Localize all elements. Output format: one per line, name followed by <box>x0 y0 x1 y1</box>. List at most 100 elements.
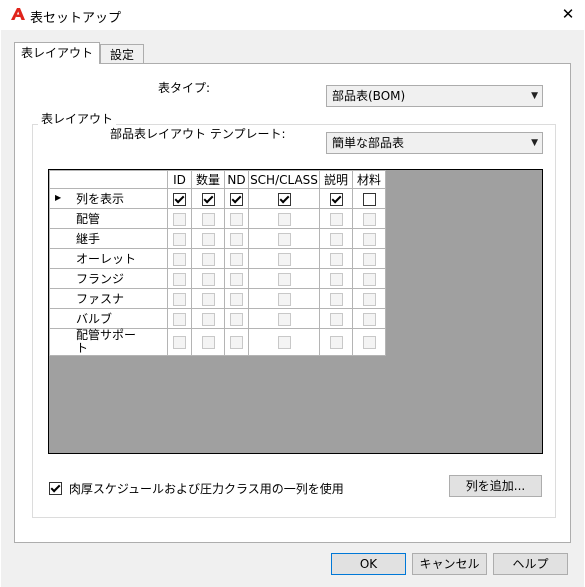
row-header[interactable]: ファスナ <box>49 288 168 309</box>
column-visibility-checkbox <box>329 312 343 326</box>
column-visibility-checkbox <box>173 336 186 349</box>
window-title: 表セットアップ <box>30 11 122 26</box>
column-visibility-checkbox <box>277 336 291 349</box>
column-visibility-checkbox <box>362 336 376 349</box>
grid-row: 継手 <box>49 228 386 249</box>
grid-row: オーレット <box>49 248 386 269</box>
row-label: 列を表示 <box>76 191 125 206</box>
column-visibility-checkbox <box>329 232 343 246</box>
row-header[interactable]: 配管 <box>49 208 168 229</box>
column-visibility-checkbox[interactable] <box>201 192 215 206</box>
column-header: SCH/CLASS <box>248 170 320 189</box>
row-label: バルブ <box>76 311 113 326</box>
row-header[interactable]: オーレット <box>49 248 168 269</box>
column-visibility-checkbox <box>329 252 343 266</box>
table-type-value: 部品表(BOM) <box>332 89 406 103</box>
chevron-down-icon: ▼ <box>531 91 538 101</box>
cancel-button[interactable]: キャンセル <box>412 553 487 575</box>
wall-thickness-checkbox[interactable] <box>49 482 62 495</box>
column-visibility-checkbox <box>329 272 343 286</box>
help-button[interactable]: ヘルプ <box>493 553 568 575</box>
row-header[interactable]: 配管サポート <box>49 328 168 356</box>
column-visibility-checkbox <box>329 292 343 306</box>
row-header[interactable]: フランジ <box>49 268 168 289</box>
column-visibility-checkbox <box>201 312 215 326</box>
grid-cell <box>248 208 320 229</box>
column-visibility-checkbox <box>201 212 215 226</box>
column-header: 数量 <box>191 170 225 189</box>
grid-cell <box>319 228 353 249</box>
wall-thickness-label: 肉厚スケジュールおよび圧力クラス用の一列を使用 <box>68 482 344 496</box>
template-select[interactable]: 簡単な部品表 ▼ <box>326 132 543 154</box>
row-label: ファスナ <box>76 291 125 306</box>
grid-cell <box>191 308 225 329</box>
grid-cell <box>224 288 249 309</box>
grid-cell <box>224 248 249 269</box>
column-visibility-checkbox <box>362 252 376 266</box>
grid-cell <box>191 188 225 209</box>
add-column-button[interactable]: 列を追加... <box>449 475 542 497</box>
grid-row: 配管サポート <box>49 328 386 356</box>
row-header[interactable]: バルブ <box>49 308 168 329</box>
grid-cell <box>248 248 320 269</box>
grid-cell <box>248 228 320 249</box>
grid-cell <box>167 308 192 329</box>
grid-cell <box>319 308 353 329</box>
grid-cell <box>352 288 386 309</box>
column-visibility-checkbox <box>277 272 291 286</box>
tab-table-layout[interactable]: 表レイアウト <box>14 42 100 64</box>
column-grid[interactable]: ID 数量 ND SCH/CLASS 説明 材料 ▶ 列を表示 配管 継手 オーレット フランジ ファ… <box>48 169 543 454</box>
current-row-arrow-icon: ▶ <box>55 193 62 202</box>
template-value: 簡単な部品表 <box>332 136 405 150</box>
column-visibility-checkbox[interactable] <box>277 192 291 206</box>
column-header: ND <box>224 170 249 189</box>
column-visibility-checkbox <box>362 212 376 226</box>
row-label: 配管 <box>76 211 101 226</box>
column-visibility-checkbox <box>230 212 243 226</box>
grid-cell <box>319 268 353 289</box>
column-visibility-checkbox <box>230 272 243 286</box>
column-visibility-checkbox <box>201 272 215 286</box>
grid-cell <box>191 268 225 289</box>
layout-group-title: 表レイアウト <box>38 110 117 127</box>
column-header: 説明 <box>319 170 353 189</box>
column-visibility-checkbox <box>230 312 243 326</box>
close-icon[interactable]: ✕ <box>558 4 578 24</box>
row-label: 継手 <box>76 231 101 246</box>
column-visibility-checkbox <box>173 232 186 246</box>
grid-cell <box>248 308 320 329</box>
column-visibility-checkbox[interactable] <box>329 192 343 206</box>
grid-row: フランジ <box>49 268 386 289</box>
column-visibility-checkbox <box>173 312 186 326</box>
grid-cell <box>167 188 192 209</box>
grid-row: ファスナ <box>49 288 386 309</box>
column-visibility-checkbox <box>173 212 186 226</box>
grid-cell <box>191 208 225 229</box>
column-visibility-checkbox <box>362 272 376 286</box>
column-visibility-checkbox <box>329 212 343 226</box>
ok-button[interactable]: OK <box>331 553 406 575</box>
column-visibility-checkbox <box>230 232 243 246</box>
grid-cell <box>167 248 192 269</box>
column-visibility-checkbox <box>277 232 291 246</box>
row-header[interactable]: 継手 <box>49 228 168 249</box>
column-visibility-checkbox[interactable] <box>230 192 243 206</box>
grid-cell <box>191 248 225 269</box>
column-visibility-checkbox <box>230 336 243 349</box>
column-visibility-checkbox <box>173 292 186 306</box>
grid-cell <box>319 188 353 209</box>
tab-settings[interactable]: 設定 <box>100 44 144 63</box>
grid-cell <box>352 308 386 329</box>
column-visibility-checkbox <box>362 292 376 306</box>
wall-thickness-option[interactable]: 肉厚スケジュールおよび圧力クラス用の一列を使用 <box>49 480 344 497</box>
column-visibility-checkbox[interactable] <box>173 192 186 206</box>
grid-cell <box>248 328 320 356</box>
row-header[interactable]: ▶ 列を表示 <box>49 188 168 209</box>
column-visibility-checkbox <box>173 272 186 286</box>
column-visibility-checkbox[interactable] <box>362 192 376 206</box>
grid-cell <box>167 228 192 249</box>
table-type-select[interactable]: 部品表(BOM) ▼ <box>326 85 543 107</box>
column-visibility-checkbox <box>277 212 291 226</box>
grid-cell <box>224 308 249 329</box>
column-visibility-checkbox <box>230 252 243 266</box>
